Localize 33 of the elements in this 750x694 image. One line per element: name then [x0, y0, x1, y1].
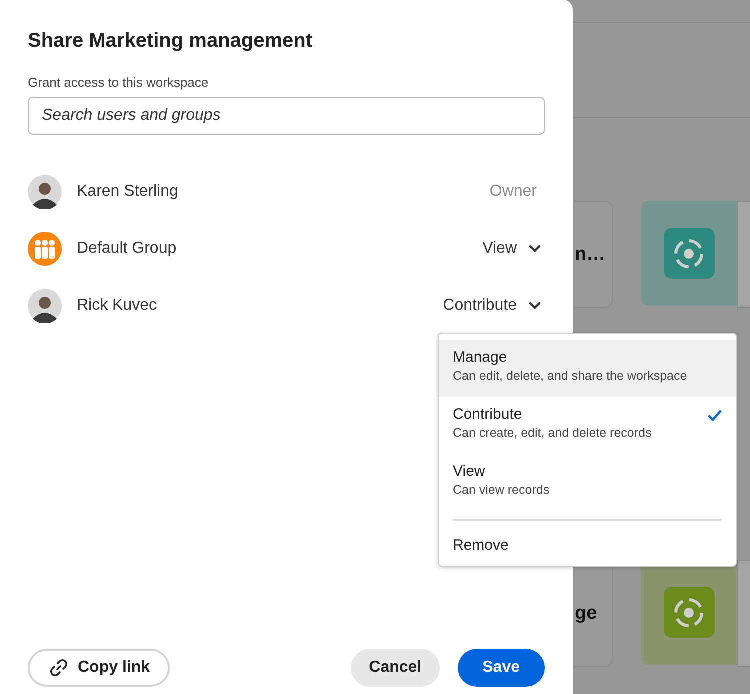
menu-item-label: Manage	[453, 349, 508, 366]
dialog-title: Share Marketing management	[28, 30, 314, 53]
menu-item[interactable]: Manage Can edit, delete, and share the workspace	[439, 340, 736, 397]
role-dropdown[interactable]: View	[482, 240, 545, 258]
search-field[interactable]: Search users and groups	[28, 97, 545, 135]
copy-link-button[interactable]: Copy link	[28, 649, 170, 687]
chevron-down-icon	[529, 302, 541, 310]
link-icon	[50, 659, 68, 677]
menu-item-description: Can view records	[453, 483, 551, 497]
role-dropdown[interactable]: Contribute	[443, 297, 545, 315]
cancel-button[interactable]: Cancel	[351, 649, 440, 687]
workspace-card[interactable]: n…	[575, 201, 613, 308]
member-name: Karen Sterling	[77, 183, 180, 201]
menu-item[interactable]: View Can view records	[439, 454, 736, 511]
workspace-card[interactable]	[737, 201, 750, 308]
save-button[interactable]: Save	[458, 649, 545, 687]
group-avatar-icon	[28, 232, 62, 266]
menu-item-description: Can edit, delete, and share the workspace	[453, 369, 688, 383]
role-label: Owner	[490, 183, 537, 201]
card-title: ge	[575, 602, 598, 624]
member-name: Rick Kuvec	[77, 297, 158, 315]
member-name: Default Group	[77, 240, 178, 258]
avatar-icon	[28, 289, 62, 323]
avatar-icon	[28, 175, 62, 209]
chevron-down-icon	[529, 245, 541, 253]
menu-item-label: Contribute	[453, 406, 524, 423]
remove-menu-item[interactable]: Remove	[439, 537, 736, 558]
menu-item-label: View	[453, 463, 486, 480]
field-label: Grant access to this workspace	[28, 75, 210, 90]
workspace-tile[interactable]	[641, 201, 737, 306]
menu-item-description: Can create, edit, and delete records	[453, 426, 653, 440]
card-title: n…	[575, 244, 606, 266]
menu-item[interactable]: Contribute Can create, edit, and delete records	[439, 397, 736, 454]
